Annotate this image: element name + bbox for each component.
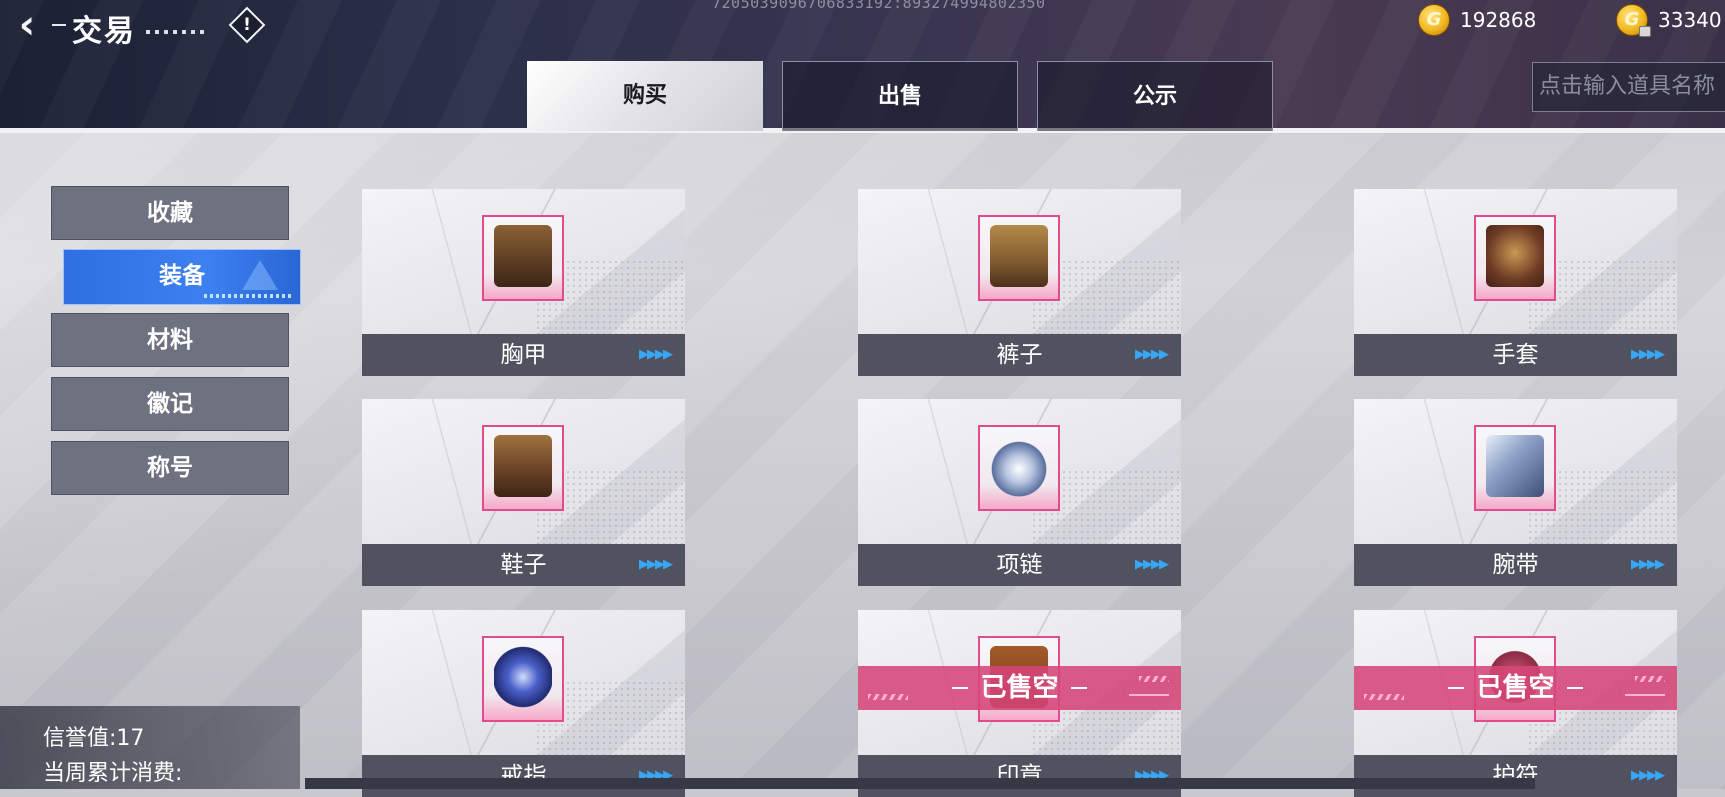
arrow-right-icon: ▶▶▶▶ — [1631, 557, 1665, 572]
arrow-right-icon: ▶▶▶▶ — [1135, 347, 1169, 362]
banner-stripes — [868, 694, 908, 700]
arrow-right-icon: ▶▶▶▶ — [1631, 768, 1665, 783]
back-arrow-icon[interactable]: ‹ — [4, 2, 50, 52]
sold-out-banner: 已售空 — [1354, 666, 1677, 710]
server-id-text: 7205039096706833192:893274994802350 — [712, 0, 1046, 12]
item-card-seal[interactable]: 已售空 印章 ▶▶▶▶ — [858, 610, 1181, 797]
weekly-spend-label: 当周累计消费: — [43, 761, 183, 786]
item-label-bar: 戒指 ▶▶▶▶ — [362, 755, 685, 797]
banner-line — [1625, 694, 1665, 696]
item-card-wristband[interactable]: 腕带 ▶▶▶▶ — [1354, 399, 1677, 586]
tab-announce[interactable]: 公示 — [1037, 61, 1273, 131]
item-label-bar: 鞋子 ▶▶▶▶ — [362, 544, 685, 586]
item-label-bar: 胸甲 ▶▶▶▶ — [362, 334, 685, 376]
item-label: 手套 — [1492, 342, 1539, 368]
chest-armor-icon — [494, 225, 552, 287]
page-title: 交易 — [72, 14, 136, 49]
item-frame — [482, 215, 564, 301]
item-card-chest-armor[interactable]: 胸甲 ▶▶▶▶ — [362, 189, 685, 376]
arrow-right-icon: ▶▶▶▶ — [639, 557, 673, 572]
wristband-icon — [1486, 435, 1544, 497]
arrow-right-icon: ▶▶▶▶ — [1135, 768, 1169, 783]
sidebar-item-label: 装备 — [159, 262, 205, 289]
item-card-boots[interactable]: 鞋子 ▶▶▶▶ — [362, 399, 685, 586]
reputation-value: 信誉值:17 — [43, 726, 145, 751]
item-frame — [482, 636, 564, 722]
search-input[interactable]: 点击输入道具名称 — [1532, 62, 1725, 112]
item-frame — [978, 215, 1060, 301]
item-card-gloves[interactable]: 手套 ▶▶▶▶ — [1354, 189, 1677, 376]
item-frame — [1474, 425, 1556, 511]
item-label-bar: 印章 ▶▶▶▶ — [858, 755, 1181, 797]
item-card-ring[interactable]: 戒指 ▶▶▶▶ — [362, 610, 685, 797]
gold-balance: 192868 — [1460, 8, 1537, 32]
item-label: 项链 — [996, 552, 1043, 578]
item-label-bar: 腕带 ▶▶▶▶ — [1354, 544, 1677, 586]
bound-gold-balance: 33340 — [1658, 8, 1722, 32]
banner-stripes — [1364, 694, 1404, 700]
gloves-icon — [1486, 225, 1544, 287]
sold-out-banner: 已售空 — [858, 666, 1181, 710]
banner-dash — [1567, 687, 1583, 689]
arrow-right-icon: ▶▶▶▶ — [639, 347, 673, 362]
item-frame — [1474, 215, 1556, 301]
item-label: 胸甲 — [500, 342, 547, 368]
item-label-bar: 护符 ▶▶▶▶ — [1354, 755, 1677, 797]
tab-sell[interactable]: 出售 — [782, 61, 1018, 131]
item-card-necklace[interactable]: 项链 ▶▶▶▶ — [858, 399, 1181, 586]
item-label: 裤子 — [996, 342, 1043, 368]
tab-buy[interactable]: 购买 — [527, 61, 763, 131]
item-frame — [978, 425, 1060, 511]
item-label-bar: 项链 ▶▶▶▶ — [858, 544, 1181, 586]
item-label: 鞋子 — [500, 552, 547, 578]
item-card-pants[interactable]: 裤子 ▶▶▶▶ — [858, 189, 1181, 376]
banner-stripes — [1139, 676, 1169, 682]
active-tech-decoration — [204, 294, 294, 298]
item-card-amulet[interactable]: 已售空 护符 ▶▶▶▶ — [1354, 610, 1677, 797]
arrow-right-icon: ▶▶▶▶ — [639, 768, 673, 783]
sold-out-label: 已售空 — [980, 673, 1059, 703]
sold-out-label: 已售空 — [1476, 673, 1555, 703]
banner-dash — [1071, 687, 1087, 689]
arrow-right-icon: ▶▶▶▶ — [1631, 347, 1665, 362]
sidebar-item-equipment[interactable]: 装备 — [63, 249, 301, 305]
active-decoration — [242, 260, 278, 290]
sidebar-item-favorites[interactable]: 收藏 — [51, 186, 289, 240]
banner-dash — [1448, 687, 1464, 689]
ring-icon — [494, 646, 552, 708]
sidebar-item-emblems[interactable]: 徽记 — [51, 377, 289, 431]
bottom-scroll-strip — [305, 778, 1535, 789]
item-label-bar: 裤子 ▶▶▶▶ — [858, 334, 1181, 376]
pants-icon — [990, 225, 1048, 287]
necklace-icon — [990, 435, 1048, 497]
banner-stripes — [1635, 676, 1665, 682]
banner-dash — [952, 687, 968, 689]
item-label-bar: 手套 ▶▶▶▶ — [1354, 334, 1677, 376]
bound-gold-coin-icon: G — [1616, 4, 1651, 37]
banner-line — [1129, 694, 1169, 696]
item-label: 腕带 — [1492, 552, 1539, 578]
item-frame — [482, 425, 564, 511]
arrow-right-icon: ▶▶▶▶ — [1135, 557, 1169, 572]
title-decoration — [52, 24, 66, 26]
gold-coin-icon: G — [1418, 4, 1450, 36]
sidebar-item-titles[interactable]: 称号 — [51, 441, 289, 495]
title-dots-decoration — [146, 30, 206, 34]
sidebar-item-materials[interactable]: 材料 — [51, 313, 289, 367]
boots-icon — [494, 435, 552, 497]
